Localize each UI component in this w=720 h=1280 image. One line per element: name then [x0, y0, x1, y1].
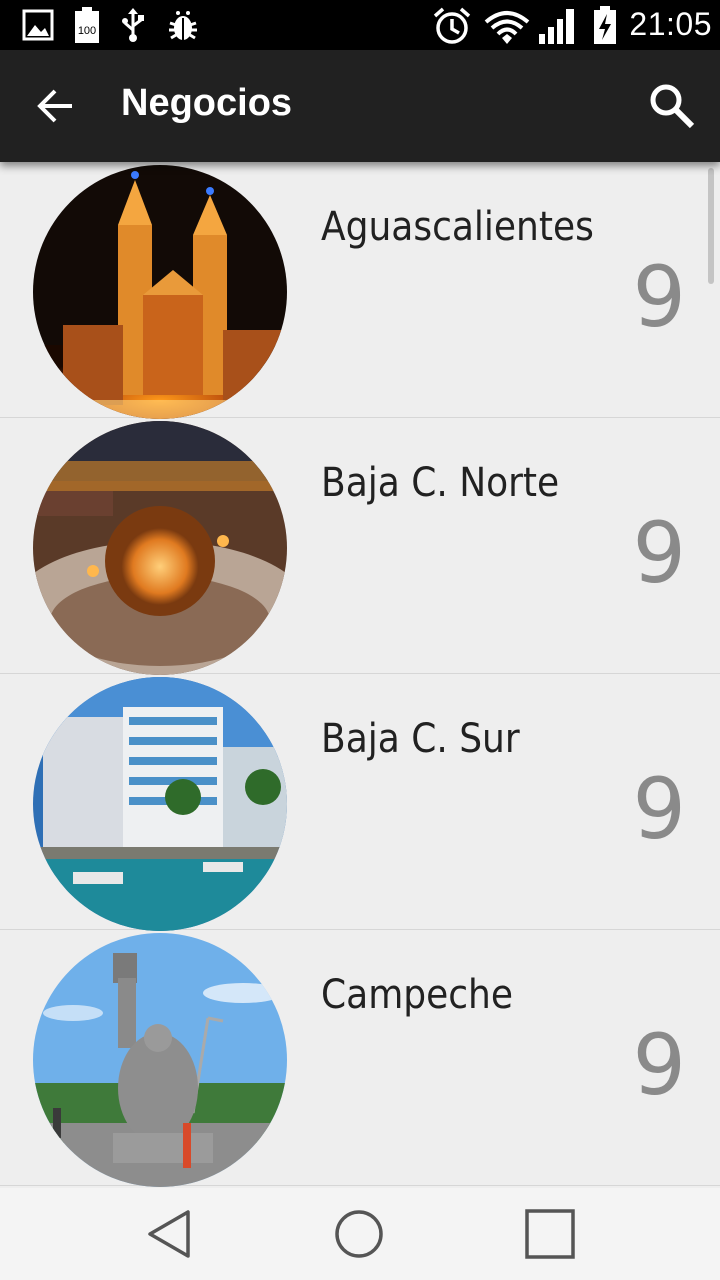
state-photo — [33, 933, 287, 1187]
state-name: Aguascalientes — [321, 204, 594, 250]
status-bar: 100 21:05 — [0, 0, 720, 50]
list-item[interactable]: Baja C. Norte 9 — [0, 418, 720, 675]
alarm-icon — [433, 7, 471, 44]
list-item[interactable]: Aguascalientes 9 — [0, 162, 720, 419]
home-circle-icon[interactable] — [331, 1206, 387, 1262]
wifi-icon — [484, 11, 530, 44]
recents-square-icon[interactable] — [522, 1206, 578, 1262]
list-scrollbar[interactable] — [708, 168, 714, 284]
search-icon[interactable] — [646, 80, 698, 132]
battery-full-icon: 100 — [75, 7, 99, 43]
state-name: Campeche — [321, 972, 513, 1018]
clock: 21:05 — [629, 6, 712, 42]
battery-charging-icon — [594, 6, 616, 44]
state-photo — [33, 165, 287, 419]
state-name: Baja C. Norte — [321, 460, 560, 506]
business-count: 9 — [632, 504, 686, 602]
list-item[interactable]: Baja C. Sur 9 — [0, 674, 720, 931]
business-count: 9 — [632, 760, 686, 858]
state-photo — [33, 677, 287, 931]
image-icon — [22, 9, 54, 41]
usb-icon — [122, 8, 144, 42]
state-list: Aguascalientes 9 Baja C. Norte 9 Baja C.… — [0, 162, 720, 1188]
state-photo — [33, 421, 287, 675]
svg-text:100: 100 — [78, 25, 96, 37]
page-title: Negocios — [121, 82, 293, 124]
business-count: 9 — [632, 248, 686, 346]
bug-icon — [169, 11, 197, 40]
arrow-back-icon[interactable] — [28, 78, 84, 134]
state-name: Baja C. Sur — [321, 716, 520, 762]
back-triangle-icon[interactable] — [142, 1206, 198, 1262]
business-count: 9 — [632, 1016, 686, 1114]
system-nav-bar — [0, 1188, 720, 1280]
signal-icon — [539, 9, 574, 44]
app-toolbar: Negocios — [0, 50, 720, 162]
list-item[interactable]: Campeche 9 — [0, 930, 720, 1187]
